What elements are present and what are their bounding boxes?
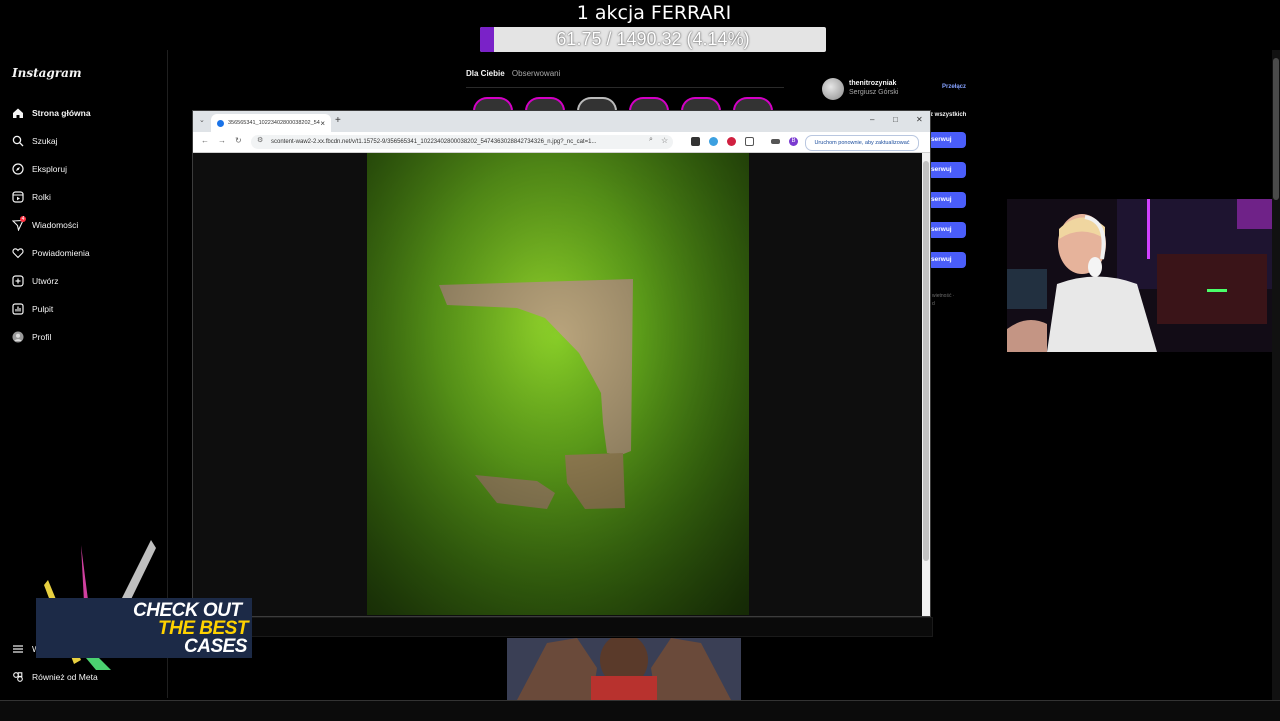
streamer-webcam [1007, 199, 1280, 352]
site-info-icon[interactable]: ⚙ [257, 136, 263, 144]
switch-account-link[interactable]: Przełącz [942, 84, 966, 90]
donation-goal-progress-text: 61.75 / 1490.32 (4.14%) [556, 29, 750, 49]
tab-following[interactable]: Obserwowani [512, 69, 560, 78]
browser-tab-strip: ⌄ 356565341_10223402800038202_5474363028… [193, 111, 930, 132]
story-avatar[interactable] [525, 97, 565, 111]
address-bar[interactable]: ⚙ scontent-waw2-2.xx.fbcdn.net/v/t1.1575… [251, 135, 673, 149]
story-avatar[interactable] [733, 97, 773, 111]
sidebar-item-label: Utwórz [32, 276, 59, 286]
story-avatar[interactable] [473, 97, 513, 111]
browser-scrollbar-thumb[interactable] [923, 161, 929, 561]
browser-window: ⌄ 356565341_10223402800038202_5474363028… [192, 110, 931, 617]
sidebar-item-label: Powiadomienia [32, 248, 90, 258]
tab-favicon-icon [217, 119, 224, 127]
follow-button[interactable]: serwuj [928, 252, 966, 268]
dashboard-icon [12, 303, 24, 315]
cases-advertisement: CHECK OUT THE BEST CASES [36, 540, 252, 670]
hamburger-menu-icon [12, 643, 24, 655]
browser-scrollbar[interactable] [922, 153, 930, 616]
window-maximize-icon[interactable]: □ [893, 115, 898, 124]
follow-button[interactable]: serwuj [928, 222, 966, 238]
sidebar-item-label: Eksploruj [32, 164, 67, 174]
ad-headline-line3: CASES [184, 636, 247, 657]
sidebar-item-also-from-meta[interactable]: Również od Meta [12, 667, 98, 687]
sidebar-item-create[interactable]: Utwórz [12, 271, 58, 291]
plus-square-icon [12, 275, 24, 287]
browser-toolbar: ← → ↻ ⚙ scontent-waw2-2.xx.fbcdn.net/v/t… [193, 132, 930, 153]
current-user-full-name: Sergiusz Górski [849, 89, 899, 96]
page-scrollbar-thumb[interactable] [1273, 58, 1279, 200]
story-avatar[interactable] [681, 97, 721, 111]
story-avatar[interactable] [629, 97, 669, 111]
screen-bottom-bar [0, 700, 1280, 721]
sidebar-item-profile[interactable]: Profil [12, 327, 51, 347]
current-username[interactable]: thenitrozyniak [849, 80, 896, 87]
webcam-image [1007, 199, 1280, 352]
media-controls-icon[interactable] [771, 139, 780, 144]
tab-search-chevron-icon[interactable]: ⌄ [199, 116, 205, 124]
sidebar-item-search[interactable]: Szukaj [12, 131, 58, 151]
new-tab-plus-icon[interactable]: + [335, 115, 341, 126]
heart-icon [12, 247, 24, 259]
footer-links-fragment: wietność · d [932, 293, 955, 307]
reels-icon [12, 191, 24, 203]
sidebar-item-label: Profil [32, 332, 52, 342]
window-edge-shadow [192, 617, 933, 637]
profile-avatar-icon[interactable]: B [789, 137, 798, 146]
forward-arrow-icon[interactable]: → [218, 136, 226, 145]
extension-icon[interactable] [727, 137, 736, 146]
feed-tabs-divider [466, 87, 784, 88]
home-icon [12, 107, 24, 119]
page-scrollbar[interactable] [1272, 50, 1280, 700]
address-bar-url: scontent-waw2-2.xx.fbcdn.net/v/t1.15752-… [271, 139, 597, 145]
follow-button[interactable]: serwuj [928, 162, 966, 178]
window-minimize-icon[interactable]: – [870, 115, 874, 124]
window-close-icon[interactable]: ✕ [916, 115, 923, 124]
sidebar-item-explore[interactable]: Eksploruj [12, 159, 67, 179]
back-arrow-icon[interactable]: ← [201, 136, 209, 145]
profile-avatar-icon [12, 331, 24, 343]
tab-close-icon[interactable]: × [320, 119, 325, 128]
viewed-photo-content [367, 153, 749, 615]
viewed-image[interactable] [367, 153, 749, 615]
sidebar-item-label: Rolki [32, 192, 51, 202]
current-user-avatar[interactable] [822, 78, 844, 100]
feed-tabs: Dla Ciebie Obserwowani [466, 69, 565, 78]
browser-tab[interactable]: 356565341_10223402800038202_547436302884… [211, 114, 331, 132]
extensions-puzzle-icon[interactable] [745, 137, 754, 146]
see-all-suggestions-link[interactable]: z wszystkich [930, 112, 966, 118]
browser-viewport [193, 153, 930, 616]
sidebar-item-label: Szukaj [32, 136, 58, 146]
zoom-icon[interactable]: ⌕ [649, 136, 653, 144]
story-avatar[interactable] [577, 97, 617, 111]
sidebar-item-messages[interactable]: 4 Wiadomości [12, 215, 78, 235]
sidebar-item-label: Strona główna [32, 108, 91, 118]
sidebar-item-label: Pulpit [32, 304, 54, 314]
restart-to-update-button[interactable]: Uruchom ponownie, aby zaktualizować [805, 135, 919, 151]
sidebar-item-label: Również od Meta [32, 672, 98, 682]
feed-post-photo [507, 638, 741, 700]
compass-icon [12, 163, 24, 175]
sidebar-item-notifications[interactable]: Powiadomienia [12, 243, 90, 263]
instagram-logo[interactable]: Instagram [12, 66, 82, 80]
feed-post-image[interactable] [507, 638, 741, 700]
donation-goal-title: 1 akcja FERRARI [576, 2, 732, 24]
sidebar-item-label: Wiadomości [32, 220, 79, 230]
messenger-icon: 4 [12, 216, 26, 231]
browser-tab-title: 356565341_10223402800038202_547436302884… [228, 120, 320, 126]
tab-for-you[interactable]: Dla Ciebie [466, 69, 505, 78]
sidebar-item-home[interactable]: Strona główna [12, 103, 91, 123]
meta-threads-icon [12, 671, 24, 683]
extension-icon[interactable] [709, 137, 718, 146]
reload-icon[interactable]: ↻ [235, 136, 242, 145]
sidebar-item-reels[interactable]: Rolki [12, 187, 51, 207]
follow-button[interactable]: serwuj [928, 192, 966, 208]
search-icon [12, 135, 24, 147]
donation-goal-progress-bar: 61.75 / 1490.32 (4.14%) [480, 27, 826, 52]
sidebar-item-dashboard[interactable]: Pulpit [12, 299, 53, 319]
notification-badge: 4 [20, 216, 26, 222]
extension-icon[interactable] [691, 137, 700, 146]
follow-button[interactable]: serwuj [928, 132, 966, 148]
bookmark-star-icon[interactable]: ☆ [661, 136, 668, 145]
